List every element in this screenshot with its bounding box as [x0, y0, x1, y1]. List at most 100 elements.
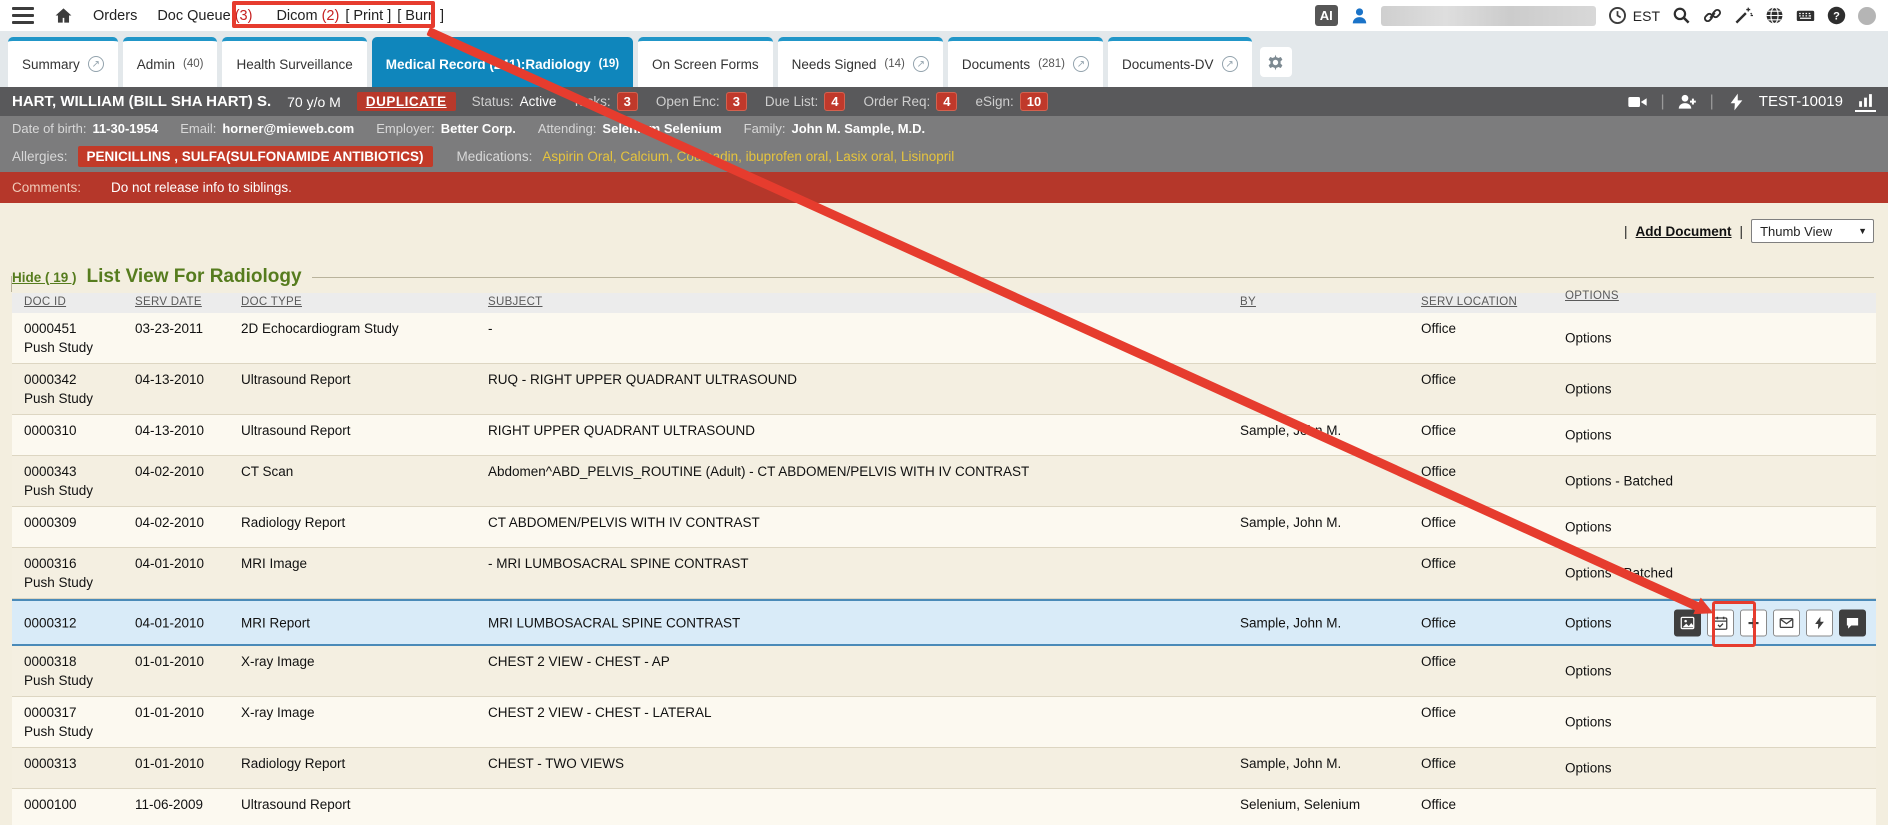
cell-doc-id[interactable]: 0000312 — [24, 615, 77, 630]
table-row[interactable]: 000031301-01-2010Radiology ReportCHEST -… — [12, 748, 1876, 789]
counter-badge[interactable]: 3 — [726, 92, 747, 111]
table-row[interactable]: 0000343Push Study04-02-2010CT ScanAbdome… — [12, 456, 1876, 507]
plus-button[interactable] — [1740, 609, 1767, 636]
options-link[interactable]: Options — [1565, 664, 1612, 679]
table-row[interactable]: 0000316Push Study04-01-2010MRI Image- MR… — [12, 548, 1876, 599]
tab-medical-record-241-radiology[interactable]: Medical Record (241):Radiology(19) — [372, 37, 633, 87]
tab-label: Medical Record (241):Radiology — [386, 57, 591, 72]
column-header-doc-id[interactable]: DOC ID — [24, 296, 66, 308]
cell-doc-id[interactable]: 0000318Push Study — [24, 654, 93, 688]
tab-needs-signed[interactable]: Needs Signed(14)↗ — [778, 37, 943, 87]
options-link[interactable]: Options — [1565, 615, 1612, 630]
lightning-button[interactable] — [1806, 609, 1833, 636]
chevron-down-icon: ▼ — [1858, 226, 1867, 236]
cell-doc-id[interactable]: 0000317Push Study — [24, 705, 93, 739]
cell-serv-date: 01-01-2010 — [135, 756, 204, 771]
options-link[interactable]: Options — [1565, 520, 1612, 535]
cell-doc-id[interactable]: 0000310 — [24, 423, 77, 438]
column-header-serv-date[interactable]: SERV DATE — [135, 296, 202, 308]
table-row[interactable]: 000010011-06-2009Ultrasound ReportSeleni… — [12, 789, 1876, 825]
tab-on-screen-forms[interactable]: On Screen Forms — [638, 37, 773, 87]
column-header-options[interactable]: OPTIONS — [1565, 290, 1619, 302]
push-study-link[interactable]: Push Study — [24, 340, 93, 355]
options-link[interactable]: Options - Batched — [1565, 474, 1673, 489]
allergies-value[interactable]: PENICILLINS , SULFA(SULFONAMIDE ANTIBIOT… — [78, 146, 433, 167]
orders-link[interactable]: Orders — [93, 8, 137, 24]
dicom-link[interactable]: Dicom (2) — [276, 8, 339, 24]
add-person-icon[interactable] — [1677, 92, 1698, 112]
counter-badge[interactable]: 3 — [617, 92, 638, 111]
options-link[interactable]: Options — [1565, 761, 1612, 776]
cell-doc-id[interactable]: 0000316Push Study — [24, 556, 93, 590]
clock-icon[interactable] — [1608, 6, 1627, 25]
table-row[interactable]: 0000342Push Study04-13-2010Ultrasound Re… — [12, 364, 1876, 415]
dicom-print-link[interactable]: [ Print ] — [345, 8, 391, 24]
cell-doc-id[interactable]: 0000451Push Study — [24, 321, 93, 355]
table-row[interactable]: 000031004-13-2010Ultrasound ReportRIGHT … — [12, 415, 1876, 456]
help-icon[interactable]: ? — [1827, 6, 1846, 25]
quick-action-bolt-icon[interactable] — [1726, 92, 1747, 112]
calendar-icon — [1713, 615, 1728, 630]
image-button[interactable] — [1674, 609, 1701, 636]
cell-serv-location: Office — [1421, 423, 1456, 438]
envelope-button[interactable] — [1773, 609, 1800, 636]
search-icon[interactable] — [1672, 6, 1691, 25]
cell-doc-id[interactable]: 0000100 — [24, 797, 77, 812]
cell-doc-id[interactable]: 0000313 — [24, 756, 77, 771]
counter-badge[interactable]: 4 — [824, 92, 845, 111]
table-row[interactable]: 000030904-02-2010Radiology ReportCT ABDO… — [12, 507, 1876, 548]
cell-options: Options — [1565, 715, 1612, 730]
cell-doc-id[interactable]: 0000342Push Study — [24, 372, 93, 406]
tab-settings-button[interactable] — [1260, 47, 1292, 77]
hide-link[interactable]: Hide ( 19 ) — [12, 270, 77, 285]
table-row[interactable]: 0000318Push Study01-01-2010X-ray ImageCH… — [12, 646, 1876, 697]
link-icon[interactable] — [1703, 6, 1722, 25]
table-row[interactable]: 0000317Push Study01-01-2010X-ray ImageCH… — [12, 697, 1876, 748]
options-link[interactable]: Options - Batched — [1565, 566, 1673, 581]
demographic-label: Email: — [180, 121, 216, 136]
comments-bar: Comments: Do not release info to sibling… — [0, 172, 1888, 203]
view-mode-select[interactable]: Thumb View ▼ — [1751, 219, 1874, 243]
duplicate-badge[interactable]: DUPLICATE — [357, 92, 456, 111]
doc-queue-link[interactable]: Doc Queue (3) — [157, 8, 252, 24]
medications-list[interactable]: Aspirin Oral, Calcium, Coumadin, ibuprof… — [542, 149, 954, 164]
comment-button[interactable] — [1839, 609, 1866, 636]
keyboard-icon[interactable] — [1796, 6, 1815, 25]
page-title: List View For Radiology — [87, 266, 302, 288]
wand-icon[interactable] — [1734, 6, 1753, 25]
options-link[interactable]: Options — [1565, 331, 1612, 346]
push-study-link[interactable]: Push Study — [24, 575, 93, 590]
ai-badge[interactable]: AI — [1315, 5, 1338, 26]
tab-documents[interactable]: Documents(281)↗ — [948, 37, 1103, 87]
video-call-icon[interactable] — [1627, 92, 1648, 112]
column-header-by[interactable]: BY — [1240, 296, 1256, 308]
table-row[interactable]: 000031204-01-2010MRI ReportMRI LUMBOSACR… — [12, 599, 1876, 646]
globe-icon[interactable] — [1765, 6, 1784, 25]
chart-stats-icon[interactable] — [1855, 92, 1876, 112]
hamburger-menu-icon[interactable] — [12, 7, 34, 24]
push-study-link[interactable]: Push Study — [24, 483, 93, 498]
table-row[interactable]: 0000451Push Study03-23-20112D Echocardio… — [12, 313, 1876, 364]
add-document-link[interactable]: Add Document — [1636, 224, 1732, 239]
counter-badge[interactable]: 10 — [1020, 92, 1048, 111]
cell-doc-id[interactable]: 0000343Push Study — [24, 464, 93, 498]
column-header-subject[interactable]: SUBJECT — [488, 296, 543, 308]
push-study-link[interactable]: Push Study — [24, 724, 93, 739]
column-header-serv-location[interactable]: SERV LOCATION — [1421, 296, 1517, 308]
column-header-doc-type[interactable]: DOC TYPE — [241, 296, 302, 308]
tab-admin[interactable]: Admin(40) — [123, 37, 218, 87]
options-link[interactable]: Options — [1565, 428, 1612, 443]
tab-summary[interactable]: Summary↗ — [8, 37, 118, 87]
counter-badge[interactable]: 4 — [936, 92, 957, 111]
push-study-link[interactable]: Push Study — [24, 673, 93, 688]
options-link[interactable]: Options — [1565, 715, 1612, 730]
cell-doc-id[interactable]: 0000309 — [24, 515, 77, 530]
tab-health-surveillance[interactable]: Health Surveillance — [222, 37, 366, 87]
dicom-burn-link[interactable]: [ Burn ] — [397, 8, 444, 24]
options-link[interactable]: Options — [1565, 382, 1612, 397]
push-study-link[interactable]: Push Study — [24, 391, 93, 406]
tab-documents-dv[interactable]: Documents-DV↗ — [1108, 37, 1252, 87]
home-icon[interactable] — [54, 6, 73, 25]
calendar-button[interactable] — [1707, 609, 1734, 636]
user-icon[interactable] — [1350, 6, 1369, 25]
